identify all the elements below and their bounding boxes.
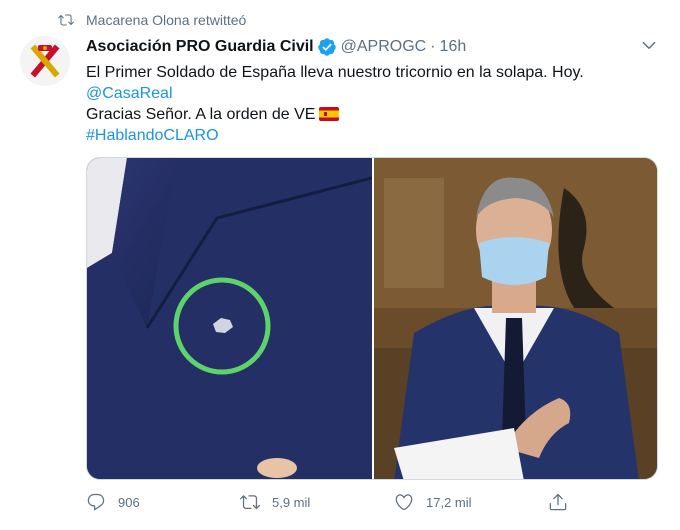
tweet-text: El Primer Soldado de España lleva nuestr… [86,62,660,146]
header-separator: · [430,38,436,55]
verified-badge-icon [317,38,336,56]
reply-button[interactable]: 906 [86,492,240,512]
media-photo-lapel[interactable] [87,158,373,479]
portrait-photo-illustration [374,158,657,479]
retweet-icon [240,495,260,510]
author-name[interactable]: Asociación PRO Guardia Civil [86,38,314,56]
share-icon [549,493,567,511]
hashtag-link[interactable]: #HablandoCLARO [86,125,660,146]
retweet-context[interactable]: Macarena Olona retwitteó [58,10,246,30]
reply-icon [87,493,105,511]
like-button[interactable]: 17,2 mil [394,492,548,512]
tweet-media[interactable] [86,157,658,480]
avatar[interactable] [20,36,70,86]
tweet-text-gratitude: Gracias Señor. A la orden de VE [86,106,316,123]
tweet-timestamp[interactable]: 16h [440,38,467,56]
retweet-context-text: Macarena Olona retwitteó [86,12,247,28]
retweet-icon [58,14,74,26]
tweet-text-line: El Primer Soldado de España lleva nuestr… [86,64,584,81]
guardia-civil-emblem-icon [20,36,70,86]
spain-flag-icon [319,107,340,121]
retweet-button[interactable]: 5,9 mil [240,492,394,512]
share-button[interactable] [548,492,580,512]
heart-icon [395,494,413,511]
author-handle[interactable]: @APROGC [341,38,427,56]
chevron-down-icon[interactable] [640,36,658,54]
lapel-photo-illustration [87,158,373,479]
mention-link[interactable]: @CasaReal [86,83,660,104]
media-photo-king[interactable] [374,158,657,479]
tweet-text-line-3: Gracias Señor. A la orden de VE [86,104,660,125]
like-count: 17,2 mil [426,494,472,510]
tweet-actions: 906 5,9 mil 17,2 mil [86,488,660,516]
tweet-header: Asociación PRO Guardia Civil @APROGC · 1… [86,36,620,58]
reply-count: 906 [118,494,140,510]
retweet-count: 5,9 mil [272,494,311,510]
